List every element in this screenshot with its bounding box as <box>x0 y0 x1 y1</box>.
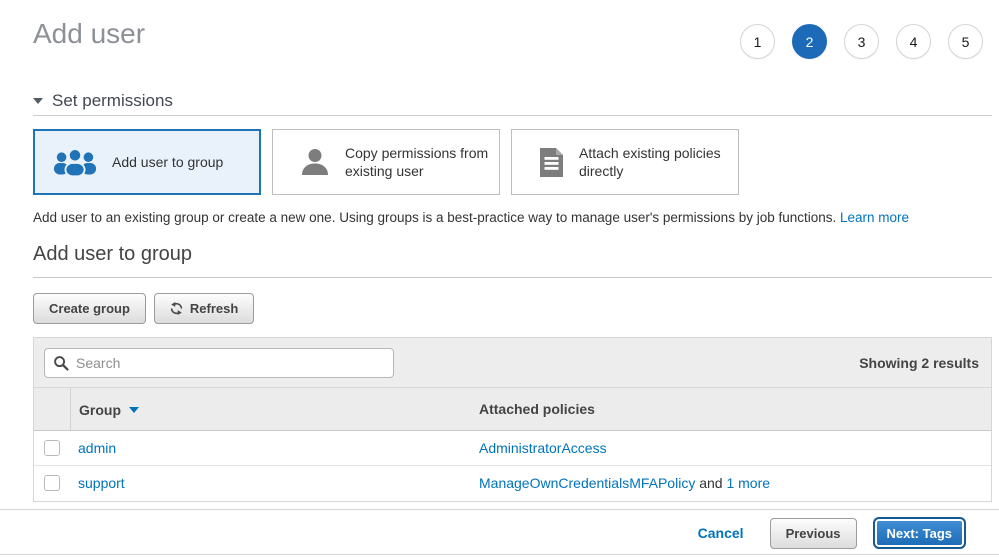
learn-more-link[interactable]: Learn more <box>840 210 909 225</box>
table-row-support: support ManageOwnCredentialsMFAPolicy an… <box>34 466 991 501</box>
group-section-title: Add user to group <box>33 243 192 266</box>
set-permissions-section-header[interactable]: Set permissions <box>33 91 173 111</box>
column-divider <box>70 388 71 430</box>
create-group-label: Create group <box>49 301 130 316</box>
refresh-icon <box>170 302 183 315</box>
and-text: and <box>695 475 726 491</box>
policy-link[interactable]: AdministratorAccess <box>479 440 607 456</box>
next-tags-button[interactable]: Next: Tags <box>873 517 967 549</box>
card-add-user-to-group[interactable]: Add user to group <box>33 129 261 195</box>
sort-desc-icon <box>129 407 139 413</box>
card-label: Add user to group <box>112 153 223 171</box>
create-group-button[interactable]: Create group <box>33 293 146 324</box>
column-header-policies: Attached policies <box>479 388 595 431</box>
step-4: 4 <box>896 24 931 59</box>
permission-option-cards: Add user to group Copy permissions from … <box>33 129 739 195</box>
step-1: 1 <box>740 24 775 59</box>
table-header-row: Group Attached policies <box>34 388 991 431</box>
cancel-link[interactable]: Cancel <box>698 525 744 541</box>
search-icon <box>53 355 69 376</box>
next-tags-label: Next: Tags <box>887 526 953 541</box>
search-box <box>44 348 394 378</box>
results-count: Showing 2 results <box>859 338 979 388</box>
wizard-footer: Cancel Previous Next: Tags <box>0 509 999 555</box>
refresh-button[interactable]: Refresh <box>154 293 254 324</box>
add-user-page: Add user 1 2 3 4 5 Set permissions <box>0 0 999 557</box>
user-icon <box>291 146 331 178</box>
description-text: Add user to an existing group or create … <box>33 210 836 225</box>
card-label: Attach existing policies directly <box>579 144 729 180</box>
step-5: 5 <box>948 24 983 59</box>
refresh-label: Refresh <box>190 301 238 316</box>
step-2-current: 2 <box>792 24 827 59</box>
group-column-label: Group <box>79 402 121 418</box>
row-checkbox[interactable] <box>44 440 60 456</box>
collapse-arrow-icon <box>33 98 43 104</box>
group-actions: Create group Refresh <box>33 293 254 324</box>
divider <box>33 115 992 116</box>
footer-actions: Cancel Previous Next: Tags <box>698 517 966 549</box>
column-header-group[interactable]: Group <box>79 388 139 431</box>
card-attach-policies[interactable]: Attach existing policies directly <box>511 129 739 195</box>
policy-document-icon <box>530 147 565 178</box>
row-checkbox[interactable] <box>44 475 60 491</box>
set-permissions-title: Set permissions <box>52 91 173 111</box>
card-copy-permissions[interactable]: Copy permissions from existing user <box>272 129 500 195</box>
policy-link[interactable]: ManageOwnCredentialsMFAPolicy <box>479 475 695 491</box>
search-input[interactable] <box>44 348 394 378</box>
attached-policies-cell: ManageOwnCredentialsMFAPolicy and 1 more <box>479 466 770 501</box>
section-description: Add user to an existing group or create … <box>33 210 909 225</box>
divider <box>33 277 992 278</box>
card-label: Copy permissions from existing user <box>345 144 495 180</box>
group-link[interactable]: admin <box>78 431 116 466</box>
table-row-admin: admin AdministratorAccess <box>34 431 991 466</box>
step-3: 3 <box>844 24 879 59</box>
more-policies-link[interactable]: 1 more <box>726 475 770 491</box>
previous-label: Previous <box>786 526 841 541</box>
group-link[interactable]: support <box>78 466 125 501</box>
previous-button[interactable]: Previous <box>770 518 857 549</box>
table-toolbar: Showing 2 results <box>34 338 991 388</box>
attached-policies-cell: AdministratorAccess <box>479 431 607 466</box>
user-group-icon <box>52 146 98 178</box>
page-title: Add user <box>33 18 145 50</box>
wizard-step-indicator: 1 2 3 4 5 <box>740 24 983 59</box>
groups-table: Showing 2 results Group Attached policie… <box>33 337 992 502</box>
